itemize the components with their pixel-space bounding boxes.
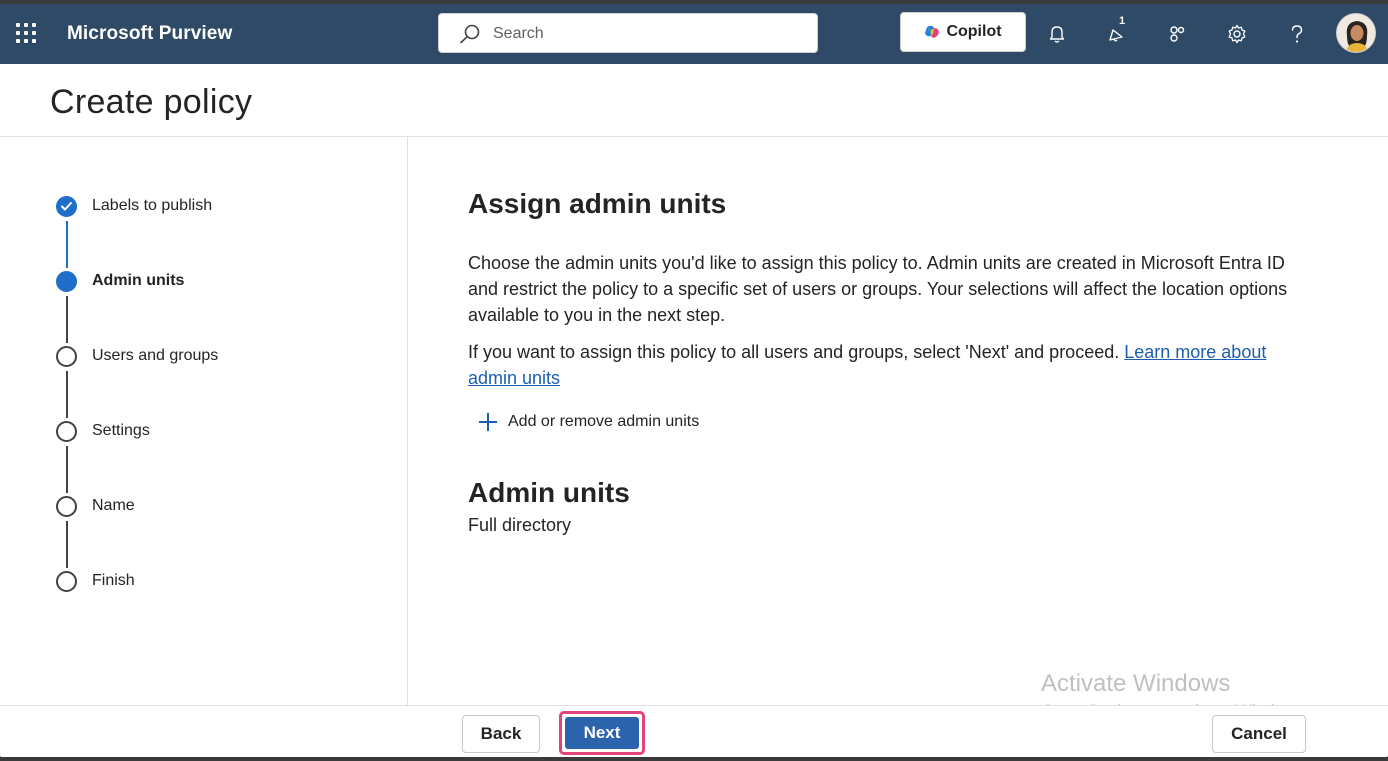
wizard-stepper: Labels to publish Admin units Users and … xyxy=(0,137,408,705)
activation-watermark-title: Activate Windows xyxy=(1041,670,1231,697)
step-label: Admin units xyxy=(92,272,185,289)
pending-step-icon xyxy=(56,346,77,367)
search-box[interactable] xyxy=(438,13,818,53)
wizard-footer: Back Next Cancel xyxy=(0,705,1388,757)
admin-units-value: Full directory xyxy=(468,515,572,535)
add-remove-label: Add or remove admin units xyxy=(508,413,700,430)
pending-step-icon xyxy=(56,496,77,517)
app-frame: Microsoft Purview Copilot xyxy=(0,4,1388,757)
user-avatar[interactable] xyxy=(1336,13,1376,53)
copilot-label: Copilot xyxy=(946,23,1002,40)
plus-icon xyxy=(479,413,497,431)
section-heading: Assign admin units xyxy=(468,188,727,219)
notification-badge: 1 xyxy=(1119,15,1126,27)
back-button[interactable]: Back xyxy=(462,715,540,753)
step-connector xyxy=(66,296,68,343)
connections-icon[interactable] xyxy=(1162,19,1192,49)
step-label: Settings xyxy=(92,422,150,439)
add-remove-admin-units-button[interactable]: Add or remove admin units xyxy=(478,407,699,437)
admin-units-heading: Admin units xyxy=(468,477,630,508)
checkmark-icon xyxy=(56,196,77,217)
next-button[interactable]: Next xyxy=(565,717,639,749)
instruction-sentence: If you want to assign this policy to all… xyxy=(468,342,1120,362)
app-title[interactable]: Microsoft Purview xyxy=(67,23,232,45)
pending-step-icon xyxy=(56,571,77,592)
step-connector xyxy=(66,446,68,493)
app-launcher-icon[interactable] xyxy=(16,23,38,45)
step-connector xyxy=(66,221,68,268)
search-input[interactable] xyxy=(493,21,803,47)
copilot-icon xyxy=(925,25,940,38)
step-label: Labels to publish xyxy=(92,197,213,214)
top-bar: Microsoft Purview Copilot xyxy=(0,4,1388,64)
help-icon[interactable] xyxy=(1282,19,1312,49)
instruction-text: If you want to assign this policy to all… xyxy=(468,339,1308,391)
announcements-icon[interactable]: 1 xyxy=(1102,15,1132,49)
step-label: Finish xyxy=(92,572,135,589)
page-title: Create policy xyxy=(50,83,253,121)
pending-step-icon xyxy=(56,421,77,442)
description-text: Choose the admin units you'd like to ass… xyxy=(468,253,1288,325)
step-label: Name xyxy=(92,497,135,514)
active-step-icon xyxy=(56,271,77,292)
step-connector xyxy=(66,371,68,418)
notifications-icon[interactable] xyxy=(1042,19,1072,49)
page-header: Create policy xyxy=(0,64,1388,137)
search-icon xyxy=(460,24,480,44)
cancel-button[interactable]: Cancel xyxy=(1212,715,1306,753)
step-connector xyxy=(66,521,68,568)
next-button-highlight: Next xyxy=(559,711,645,755)
settings-gear-icon[interactable] xyxy=(1222,19,1252,49)
copilot-button[interactable]: Copilot xyxy=(900,12,1026,52)
step-label: Users and groups xyxy=(92,347,219,364)
